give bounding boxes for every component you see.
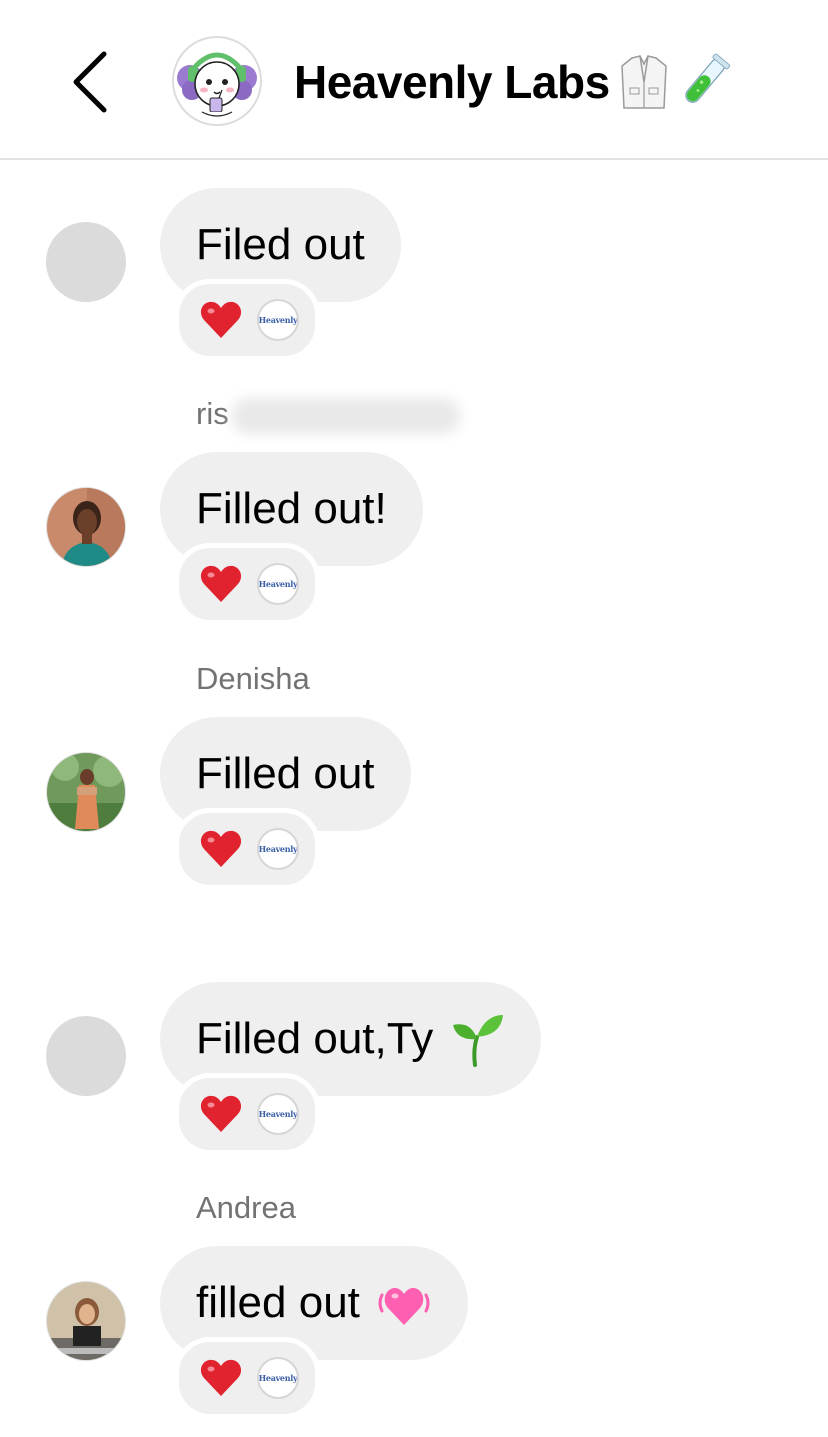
logo-text: Heavenly (258, 315, 298, 325)
beating-heart-icon (378, 1288, 430, 1325)
group-name: Heavenly Labs (294, 56, 610, 108)
sender-avatar[interactable] (46, 1016, 126, 1096)
heavenly-logo-icon: Heavenly (257, 1357, 299, 1399)
logo-text: Heavenly (258, 1109, 298, 1119)
seedling-icon (453, 1015, 504, 1067)
profile-photo-icon (47, 753, 125, 831)
reaction-bar[interactable]: Heavenly (174, 543, 320, 625)
reaction-bar[interactable]: Heavenly (174, 279, 320, 361)
reaction-bar[interactable]: Heavenly (174, 1073, 320, 1155)
sender-name-text: ris (196, 396, 229, 431)
red-heart-icon (200, 301, 242, 338)
heavenly-logo-icon: Heavenly (257, 828, 299, 870)
message-text: Filled out! (196, 484, 387, 533)
logo-text: Heavenly (258, 579, 298, 589)
cartoon-mascot-icon (177, 52, 257, 117)
sender-name: ris (196, 396, 461, 434)
message-text: Filled out (196, 749, 375, 798)
profile-photo-icon (47, 488, 125, 566)
sender-avatar[interactable] (46, 222, 126, 302)
test-tube-icon (684, 53, 730, 103)
message-text: filled out (196, 1278, 360, 1327)
heavenly-logo-icon: Heavenly (257, 299, 299, 341)
group-avatar[interactable] (172, 36, 262, 126)
red-heart-icon (200, 1359, 242, 1396)
message-text: Filled out,Ty (196, 1014, 434, 1063)
red-heart-icon (200, 565, 242, 602)
logo-text: Heavenly (258, 844, 298, 854)
red-heart-icon (200, 830, 242, 867)
chat-title[interactable]: Heavenly Labs (294, 52, 730, 112)
reaction-bar[interactable]: Heavenly (174, 808, 320, 890)
chat-header: Heavenly Labs (0, 0, 828, 160)
sender-avatar[interactable] (46, 752, 126, 832)
lab-coat-icon (620, 55, 667, 109)
sender-name: Denisha (196, 661, 310, 696)
sender-avatar[interactable] (46, 487, 126, 567)
red-heart-icon (200, 1095, 242, 1132)
back-button[interactable] (62, 44, 122, 120)
logo-text: Heavenly (258, 1373, 298, 1383)
redacted-name (230, 397, 461, 434)
sender-name: Andrea (196, 1190, 296, 1225)
profile-photo-icon (47, 1282, 125, 1360)
message-text: Filed out (196, 220, 365, 269)
chevron-left-icon (73, 51, 107, 113)
sender-avatar[interactable] (46, 1281, 126, 1361)
reaction-bar[interactable]: Heavenly (174, 1337, 320, 1419)
heavenly-logo-icon: Heavenly (257, 563, 299, 605)
heavenly-logo-icon: Heavenly (257, 1093, 299, 1135)
